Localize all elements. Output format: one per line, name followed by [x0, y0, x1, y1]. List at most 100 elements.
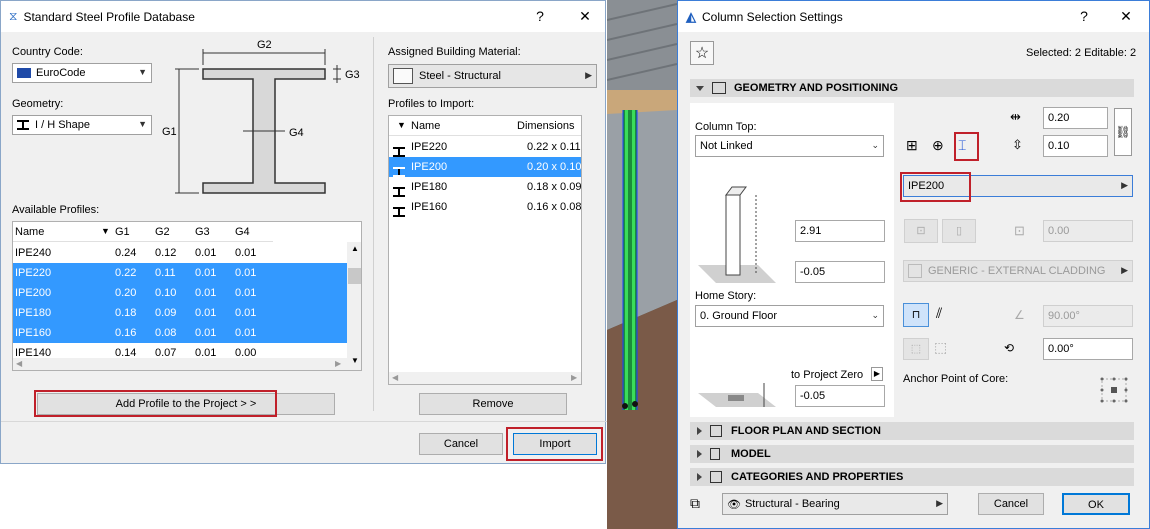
title-bar: ◭ Column Selection Settings ? ✕ — [678, 1, 1149, 32]
project-zero-input[interactable]: -0.05 — [795, 385, 885, 407]
table-row[interactable]: IPE200 0.20 0.10 0.01 0.01 — [13, 283, 347, 303]
horizontal-scrollbar[interactable]: ◀ ▶ — [13, 358, 347, 370]
profiles-to-import-list[interactable]: ▼ Name Dimensions IPE220 0.22 x 0.11 IPE20… — [388, 115, 582, 385]
sort-icon: ▼ — [397, 120, 406, 130]
table-row[interactable]: IPE180 0.18 x 0.09 — [389, 177, 581, 198]
categories-icon — [710, 471, 722, 484]
horizontal-scrollbar[interactable]: ◀ ▶ — [389, 372, 581, 384]
table-row[interactable]: IPE160 0.16 0.08 0.01 0.01 — [13, 323, 347, 343]
slanted-column-icon[interactable]: ⫽ — [936, 305, 942, 322]
col-g4[interactable]: G4 — [235, 226, 250, 238]
cell-g4: 0.01 — [235, 247, 257, 259]
section-model[interactable]: MODEL — [690, 445, 1134, 463]
cell-g2: 0.08 — [155, 327, 177, 339]
col-name[interactable]: Name — [411, 120, 440, 132]
col-g1[interactable]: G1 — [115, 226, 130, 238]
sort-icon: ▼ — [101, 226, 110, 236]
column-height-diagram — [698, 186, 776, 283]
home-story-select[interactable]: 0. Ground Floor ⌄ — [695, 305, 884, 327]
table-row[interactable]: IPE220 0.22 0.11 0.01 0.01 — [13, 263, 347, 283]
column-height-input[interactable]: 2.91 — [795, 220, 885, 242]
scroll-down-icon[interactable]: ▼ — [351, 356, 359, 365]
cell-g2: 0.12 — [155, 247, 177, 259]
veneer-material-icon[interactable]: ▯ — [942, 219, 976, 243]
scroll-thumb[interactable] — [348, 268, 361, 284]
table-row[interactable]: IPE160 0.16 x 0.08 — [389, 197, 582, 218]
table-row[interactable]: IPE220 0.22 x 0.11 — [389, 137, 581, 158]
collapse-icon — [697, 427, 702, 436]
collapse-icon — [697, 473, 702, 482]
column-width-input[interactable]: 0.20 — [1043, 107, 1108, 129]
surface-select[interactable]: GENERIC - EXTERNAL CLADDING ▶ — [903, 260, 1133, 282]
scroll-right-icon[interactable]: ▶ — [335, 359, 341, 368]
scroll-left-icon[interactable]: ◀ — [392, 373, 398, 382]
vertical-scrollbar[interactable]: ▲ ▼ — [347, 242, 361, 370]
help-button[interactable]: ? — [1064, 1, 1104, 32]
col-g2[interactable]: G2 — [155, 226, 170, 238]
col-name[interactable]: Name — [15, 226, 44, 238]
column-top-select[interactable]: Not Linked ⌄ — [695, 135, 884, 157]
column-top-value: Not Linked — [700, 140, 753, 152]
veneer-core-icon[interactable]: ⊡ — [904, 219, 938, 243]
rotate-plan-icon[interactable]: ⬚ — [934, 339, 947, 356]
scroll-left-icon[interactable]: ◀ — [16, 359, 22, 368]
section-floor-plan-label: FLOOR PLAN AND SECTION — [731, 425, 881, 437]
profiles-to-import-label: Profiles to Import: — [388, 98, 475, 110]
col-g3[interactable]: G3 — [195, 226, 210, 238]
surface-value: GENERIC - EXTERNAL CLADDING — [928, 265, 1106, 277]
veneer-thickness-input[interactable]: 0.00 — [1043, 220, 1133, 242]
selection-info: Selected: 2 Editable: 2 — [1026, 47, 1137, 59]
geometry-select[interactable]: I / H Shape ▼ — [12, 115, 152, 135]
rectangular-shape-icon[interactable]: ⊞ — [906, 137, 918, 154]
scroll-up-icon[interactable]: ▲ — [351, 244, 359, 253]
cell-dimensions: 0.16 x 0.08 — [527, 201, 582, 213]
cell-name: IPE200 — [15, 287, 52, 299]
bottom-offset-input[interactable]: -0.05 — [795, 261, 885, 283]
diagram-g1-label: G1 — [162, 126, 177, 138]
favorites-star-icon[interactable]: ☆ — [690, 41, 714, 65]
assigned-material-label: Assigned Building Material: — [388, 46, 521, 58]
help-button[interactable]: ? — [520, 1, 560, 32]
building-material-select[interactable]: Steel - Structural ▶ — [388, 64, 597, 88]
geometry-label: Geometry: — [12, 98, 64, 110]
close-button[interactable]: ✕ — [565, 1, 605, 32]
cancel-button[interactable]: Cancel — [978, 493, 1044, 515]
diagram-g3-label: G3 — [345, 69, 360, 81]
project-zero-menu-icon[interactable]: ▶ — [871, 367, 883, 381]
column-top-label: Column Top: — [695, 121, 757, 133]
column-depth-input[interactable]: 0.10 — [1043, 135, 1108, 157]
profile-diagram — [175, 49, 341, 194]
close-button[interactable]: ✕ — [1106, 1, 1146, 32]
chevron-right-icon: ▶ — [936, 498, 943, 508]
table-row[interactable]: IPE180 0.18 0.09 0.01 0.01 — [13, 303, 347, 323]
highlight-profile-select — [900, 172, 971, 202]
scroll-right-icon[interactable]: ▶ — [571, 373, 577, 382]
rotate-on-plan-icon[interactable]: ⬚ — [903, 338, 929, 360]
vertical-column-icon[interactable]: ⊓ — [903, 303, 929, 327]
rotation-angle-input[interactable]: 0.00° — [1043, 338, 1133, 360]
depth-icon: ⇳ — [1012, 137, 1023, 152]
ok-button[interactable]: OK — [1062, 493, 1130, 515]
section-geometry[interactable]: GEOMETRY AND POSITIONING — [690, 79, 1134, 97]
available-profiles-list[interactable]: Name ▼ G1 G2 G3 G4 IPE240 0.24 0.12 0.01 0.0… — [12, 221, 362, 371]
remove-button[interactable]: Remove — [419, 393, 567, 415]
country-code-select[interactable]: EuroCode ▼ — [12, 63, 152, 83]
table-row[interactable]: IPE240 0.24 0.12 0.01 0.01 — [13, 243, 347, 263]
cancel-button[interactable]: Cancel — [419, 433, 503, 455]
cell-g3: 0.01 — [195, 307, 217, 319]
link-chain-icon[interactable]: ⛓ — [1114, 108, 1132, 156]
layer-select[interactable]: 👁 Structural - Bearing ▶ — [722, 493, 948, 515]
anchor-point-grid[interactable] — [1096, 373, 1132, 407]
slant-angle-input[interactable]: 90.00° — [1043, 305, 1133, 327]
section-floor-plan[interactable]: FLOOR PLAN AND SECTION — [690, 422, 1134, 440]
circular-shape-icon[interactable]: ⊕ — [932, 137, 944, 154]
col-dimensions[interactable]: Dimensions — [517, 120, 574, 132]
expand-icon — [696, 85, 704, 91]
section-categories[interactable]: CATEGORIES AND PROPERTIES — [690, 468, 1134, 486]
table-row[interactable]: IPE200 0.20 x 0.10 — [389, 157, 582, 178]
diagram-g2-label: G2 — [257, 39, 272, 51]
section-categories-label: CATEGORIES AND PROPERTIES — [731, 471, 904, 483]
layer-stack-icon: ⧉ — [690, 495, 700, 511]
cell-g1: 0.16 — [115, 327, 137, 339]
cell-dimensions: 0.20 x 0.10 — [527, 161, 582, 173]
